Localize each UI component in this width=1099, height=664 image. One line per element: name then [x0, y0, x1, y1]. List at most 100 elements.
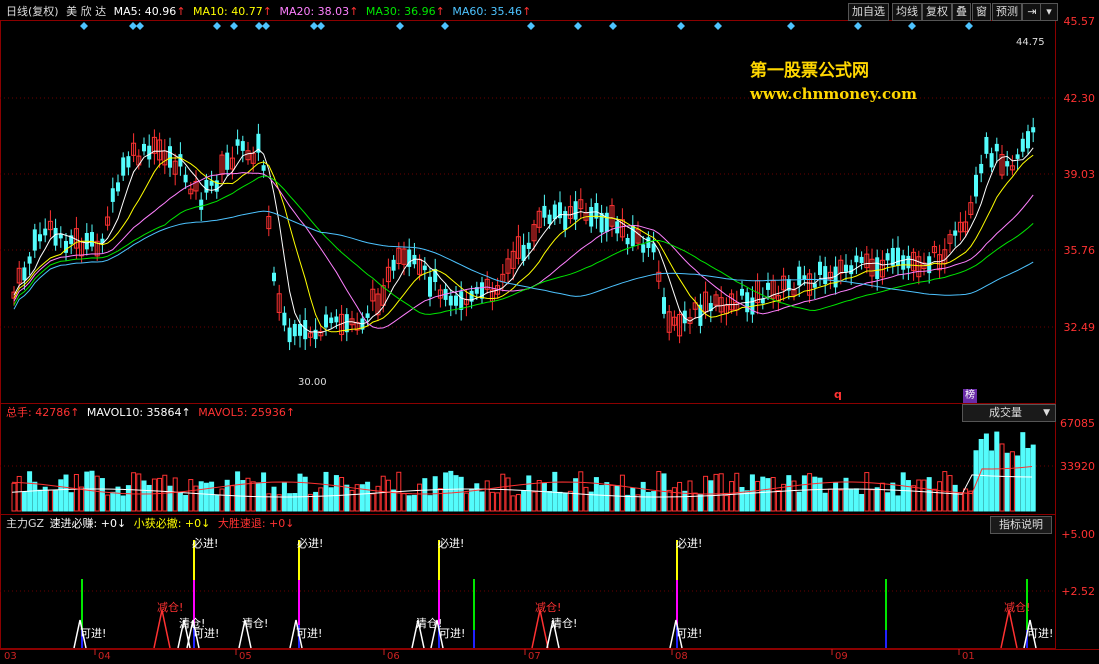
restore-rights-button[interactable]: 复权: [922, 3, 952, 21]
volume-bar: [443, 472, 449, 512]
volume-bar: [895, 495, 901, 512]
volume-bar: [890, 482, 896, 512]
price-tick: 42.30: [1063, 92, 1096, 105]
enter-signal-label: 可进!: [439, 627, 466, 640]
enter-signal-label: 可进!: [1027, 627, 1054, 640]
buy-signal-label: 必进!: [297, 537, 324, 550]
clear-signal-label: 清仓!: [242, 617, 269, 630]
indicator-small-exit: 小获必撤: +0↓: [133, 517, 211, 530]
export-icon[interactable]: ⇥: [1022, 3, 1042, 21]
volume-bar: [271, 486, 277, 512]
chart-canvas: [0, 0, 1099, 664]
x-axis-month: 04: [98, 651, 111, 662]
volume-bar: [323, 471, 329, 512]
volume-tick: 67085: [1060, 417, 1095, 430]
volume-bar: [848, 488, 854, 512]
volume-bar: [344, 484, 350, 512]
overlay-button[interactable]: 叠: [952, 3, 971, 21]
volume-bar: [448, 470, 454, 512]
volume-bar: [453, 475, 459, 512]
volume-bar: [68, 492, 74, 512]
volume-bar: [458, 476, 464, 512]
volume-bar: [422, 478, 428, 512]
buy-signal-label: 必进!: [438, 537, 465, 550]
volume-bar: [203, 482, 209, 512]
volume-bar: [833, 482, 839, 512]
volume-bar: [120, 495, 126, 512]
x-axis-month: 05: [239, 651, 252, 662]
price-tick: 45.57: [1063, 15, 1096, 28]
dropdown-arrow-icon[interactable]: ▾: [1040, 3, 1058, 21]
volume-bar: [146, 484, 152, 512]
volume-bar: [526, 475, 532, 512]
volume-bar: [547, 491, 553, 512]
volume-bar: [573, 478, 579, 512]
volume-bar: [167, 485, 173, 512]
ma20-value: MA20: 38.03: [279, 5, 350, 18]
buy-signal-label: 必进!: [192, 537, 219, 550]
reduce-signal-label: 减仓!: [1004, 601, 1031, 614]
volume-bar: [365, 481, 371, 512]
indicator-name: 主力GZ: [6, 517, 45, 530]
period-label[interactable]: 日线(复权): [6, 5, 59, 18]
ma-lines-button[interactable]: 均线: [892, 3, 922, 21]
info-mark-q[interactable]: q: [834, 388, 842, 402]
volume-bar: [853, 488, 859, 512]
price-tick: 32.49: [1063, 321, 1096, 334]
volume-bar: [141, 480, 147, 512]
volume-bar: [63, 474, 69, 512]
indicator-help-button[interactable]: 指标说明: [990, 516, 1052, 534]
add-watchlist-button[interactable]: 加自选: [848, 3, 889, 21]
volume-bar: [739, 486, 745, 512]
volume-bar: [99, 478, 105, 512]
volume-bar: [697, 493, 703, 512]
volume-bar: [177, 491, 183, 512]
volume-bar: [110, 491, 116, 512]
volume-bar: [625, 494, 631, 512]
volume-bar: [859, 493, 865, 512]
volume-bar: [58, 479, 64, 512]
volume-bar: [261, 472, 267, 512]
volume-bar: [682, 490, 688, 512]
volume-bar: [630, 487, 636, 512]
watermark-url: www.chnmoney.com: [750, 85, 917, 103]
stock-name: 美 欣 达: [66, 5, 107, 18]
price-tick: 35.76: [1063, 244, 1096, 257]
volume-bar: [411, 494, 417, 512]
volume-bar: [983, 433, 989, 512]
volume-bar: [900, 472, 906, 512]
indicator-header: 主力GZ 速进必赚: +0↓ 小获必撤: +0↓ 大胜速退: +0↓: [6, 517, 294, 531]
volume-bar: [812, 476, 818, 512]
volume-bar: [651, 491, 657, 512]
volume-bar: [292, 493, 298, 512]
main-indicator-header: 日线(复权) 美 欣 达 MA5: 40.96↑ MA10: 40.77↑ MA…: [6, 5, 532, 18]
ma60-value: MA60: 35.46: [452, 5, 523, 18]
x-axis-month: 09: [835, 651, 848, 662]
price-tick: 39.03: [1063, 168, 1096, 181]
x-axis-month: 07: [528, 651, 541, 662]
x-axis-month: 08: [675, 651, 688, 662]
volume-bar: [474, 483, 480, 512]
window-button[interactable]: 窗: [972, 3, 991, 21]
volume-bar: [952, 484, 958, 512]
volume-bar: [37, 489, 43, 512]
enter-signal-label: 可进!: [80, 627, 107, 640]
volume-bar: [333, 475, 339, 512]
volume-bar: [557, 491, 563, 512]
clear-signal-label: 清仓!: [551, 617, 578, 630]
volume-bar: [1020, 432, 1026, 512]
volume-bar: [786, 475, 792, 512]
indicator-tick: +5.00: [1061, 528, 1095, 541]
forecast-button[interactable]: 预测: [992, 3, 1022, 21]
volume-bar: [614, 485, 620, 512]
high-price-marker: 44.75: [1016, 37, 1045, 48]
reduce-signal-label: 减仓!: [535, 601, 562, 614]
volume-indicator-select[interactable]: 成交量 ▼: [962, 404, 1056, 422]
volume-bar: [885, 492, 891, 512]
volume-bar: [994, 431, 1000, 512]
volume-bar: [32, 481, 38, 512]
volume-bar: [115, 486, 121, 512]
ranking-badge[interactable]: 榜: [963, 389, 977, 403]
enter-signal-label: 可进!: [193, 627, 220, 640]
volume-bar: [1025, 447, 1031, 512]
